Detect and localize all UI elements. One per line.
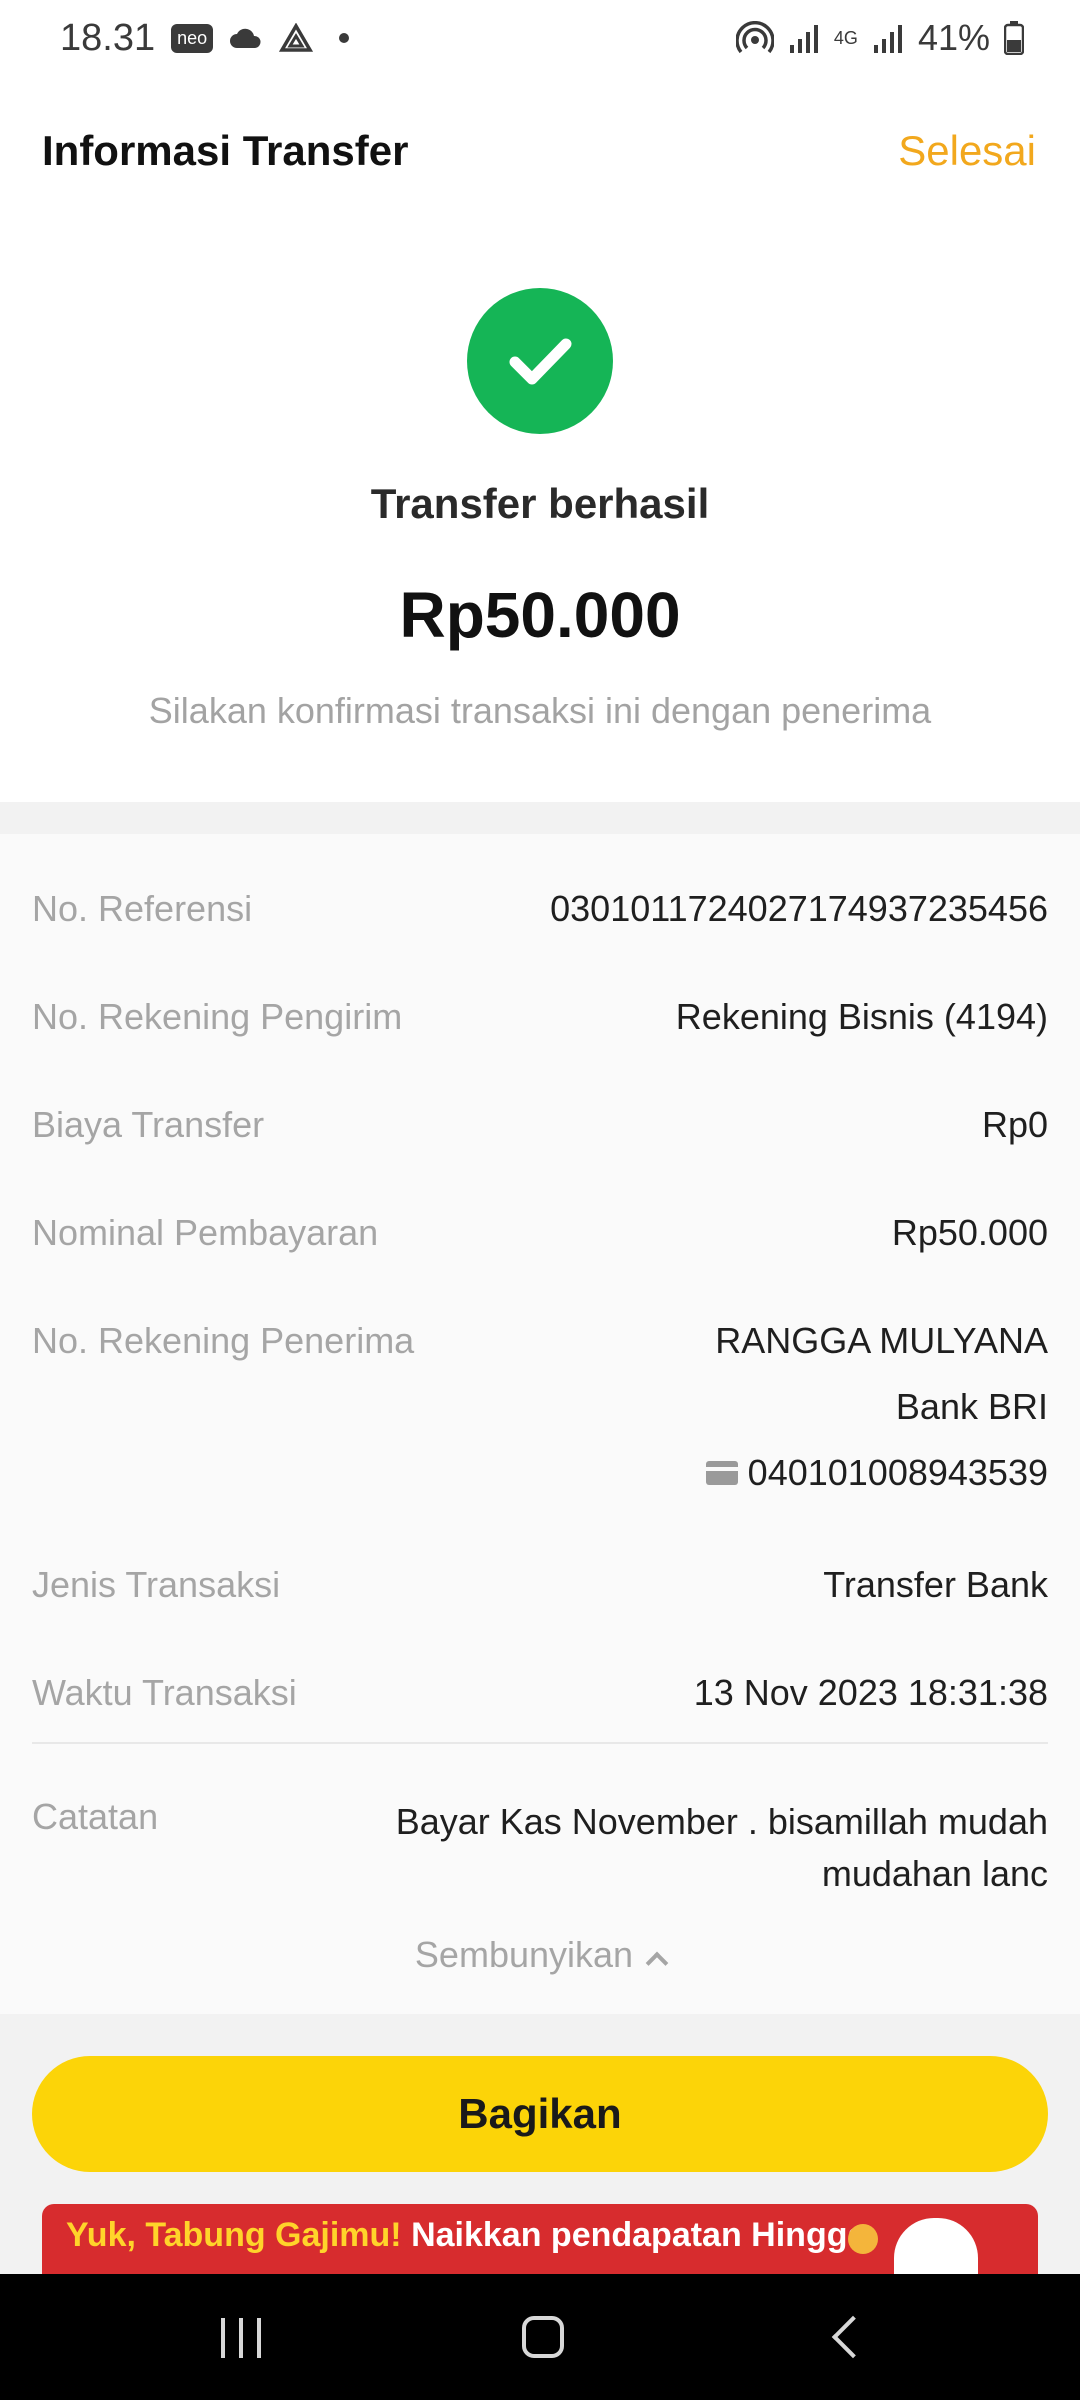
- fee-row: Biaya Transfer Rp0: [32, 1104, 1048, 1146]
- nominal-value: Rp50.000: [891, 1212, 1048, 1253]
- transaction-type-label: Jenis Transaksi: [32, 1564, 281, 1605]
- success-check-icon: [467, 288, 613, 434]
- recipient-account: 040101008943539: [705, 1452, 1048, 1494]
- confirmation-hint: Silakan konfirmasi transaksi ini dengan …: [148, 690, 932, 731]
- bottom-actions: Bagikan Yuk, Tabung Gajimu! Naikkan pend…: [0, 2014, 1080, 2274]
- hide-details-button[interactable]: Sembunyikan: [0, 1934, 1080, 1976]
- back-button[interactable]: [831, 2315, 875, 2359]
- home-button[interactable]: [522, 2316, 564, 2358]
- cloud-icon: [230, 28, 261, 48]
- banner-highlight: Yuk, Tabung Gajimu!: [66, 2216, 402, 2254]
- coin-icon: [848, 2224, 878, 2254]
- transfer-amount: Rp50.000: [399, 579, 681, 651]
- share-button[interactable]: Bagikan: [32, 2056, 1048, 2172]
- transaction-details: No. Referensi 0301011724027174937235456 …: [0, 834, 1080, 2014]
- page-title: Informasi Transfer: [42, 127, 409, 174]
- fee-label: Biaya Transfer: [32, 1104, 265, 1145]
- battery-icon: [1004, 21, 1024, 55]
- network-type: 4G: [833, 28, 858, 48]
- reference-row: No. Referensi 0301011724027174937235456: [32, 888, 1048, 930]
- note-label: Catatan: [32, 1796, 159, 1837]
- success-section: Transfer berhasil Rp50.000 Silakan konfi…: [0, 226, 1080, 802]
- system-nav-bar: [0, 2274, 1080, 2400]
- recipient-bank: Bank BRI: [895, 1386, 1048, 1427]
- recipient-name: RANGGA MULYANA: [715, 1320, 1048, 1361]
- app-header: Informasi Transfer Selesai: [0, 76, 1080, 226]
- chevron-up-icon: [645, 1951, 669, 1975]
- note-row: Catatan Bayar Kas November . bisamillah …: [32, 1796, 1048, 1900]
- details-divider: [32, 1742, 1048, 1744]
- signal-icon-2: [873, 25, 902, 53]
- transaction-type-row: Jenis Transaksi Transfer Bank: [32, 1564, 1048, 1606]
- transaction-time-value: 13 Nov 2023 18:31:38: [693, 1672, 1048, 1713]
- recipient-value: RANGGA MULYANA Bank BRI 040101008943539: [705, 1320, 1048, 1494]
- sender-account-value: Rekening Bisnis (4194): [675, 996, 1048, 1037]
- recipient-label: No. Rekening Penerima: [32, 1320, 415, 1361]
- section-divider: [0, 802, 1080, 834]
- nominal-label: Nominal Pembayaran: [32, 1212, 379, 1253]
- promo-banner[interactable]: Yuk, Tabung Gajimu! Naikkan pendapatan H…: [42, 2204, 1038, 2274]
- transaction-type-value: Transfer Bank: [823, 1564, 1048, 1605]
- done-button[interactable]: Selesai: [898, 127, 1036, 175]
- card-icon: [705, 1461, 738, 1485]
- success-title: Transfer berhasil: [370, 480, 710, 527]
- status-bar: 18.31 neo 4G 41%: [0, 0, 1080, 76]
- transaction-time-label: Waktu Transaksi: [32, 1672, 297, 1713]
- notification-dot: [339, 33, 350, 43]
- carrier-badge: neo: [171, 23, 214, 53]
- recipient-row: No. Rekening Penerima RANGGA MULYANA Ban…: [32, 1320, 1048, 1494]
- recipient-account-number: 040101008943539: [747, 1452, 1048, 1493]
- sender-account-row: No. Rekening Pengirim Rekening Bisnis (4…: [32, 996, 1048, 1038]
- status-time: 18.31: [60, 16, 156, 59]
- recent-apps-button[interactable]: [221, 2318, 261, 2358]
- drive-icon: [279, 23, 314, 52]
- hotspot-icon: [735, 21, 774, 54]
- transaction-time-row: Waktu Transaksi 13 Nov 2023 18:31:38: [32, 1672, 1048, 1714]
- piggy-bank-icon: [894, 2218, 978, 2274]
- battery-percent: 41%: [917, 17, 990, 58]
- fee-value: Rp0: [981, 1104, 1048, 1145]
- reference-value: 0301011724027174937235456: [550, 888, 1048, 929]
- signal-icon: [789, 25, 818, 53]
- banner-text: Naikkan pendapatan Hingga: [411, 2216, 867, 2254]
- nominal-row: Nominal Pembayaran Rp50.000: [32, 1212, 1048, 1254]
- hide-details-label: Sembunyikan: [414, 1934, 634, 1975]
- reference-label: No. Referensi: [32, 888, 253, 929]
- note-value: Bayar Kas November . bisamillah mudah mu…: [395, 1801, 1048, 1894]
- sender-account-label: No. Rekening Pengirim: [32, 996, 403, 1037]
